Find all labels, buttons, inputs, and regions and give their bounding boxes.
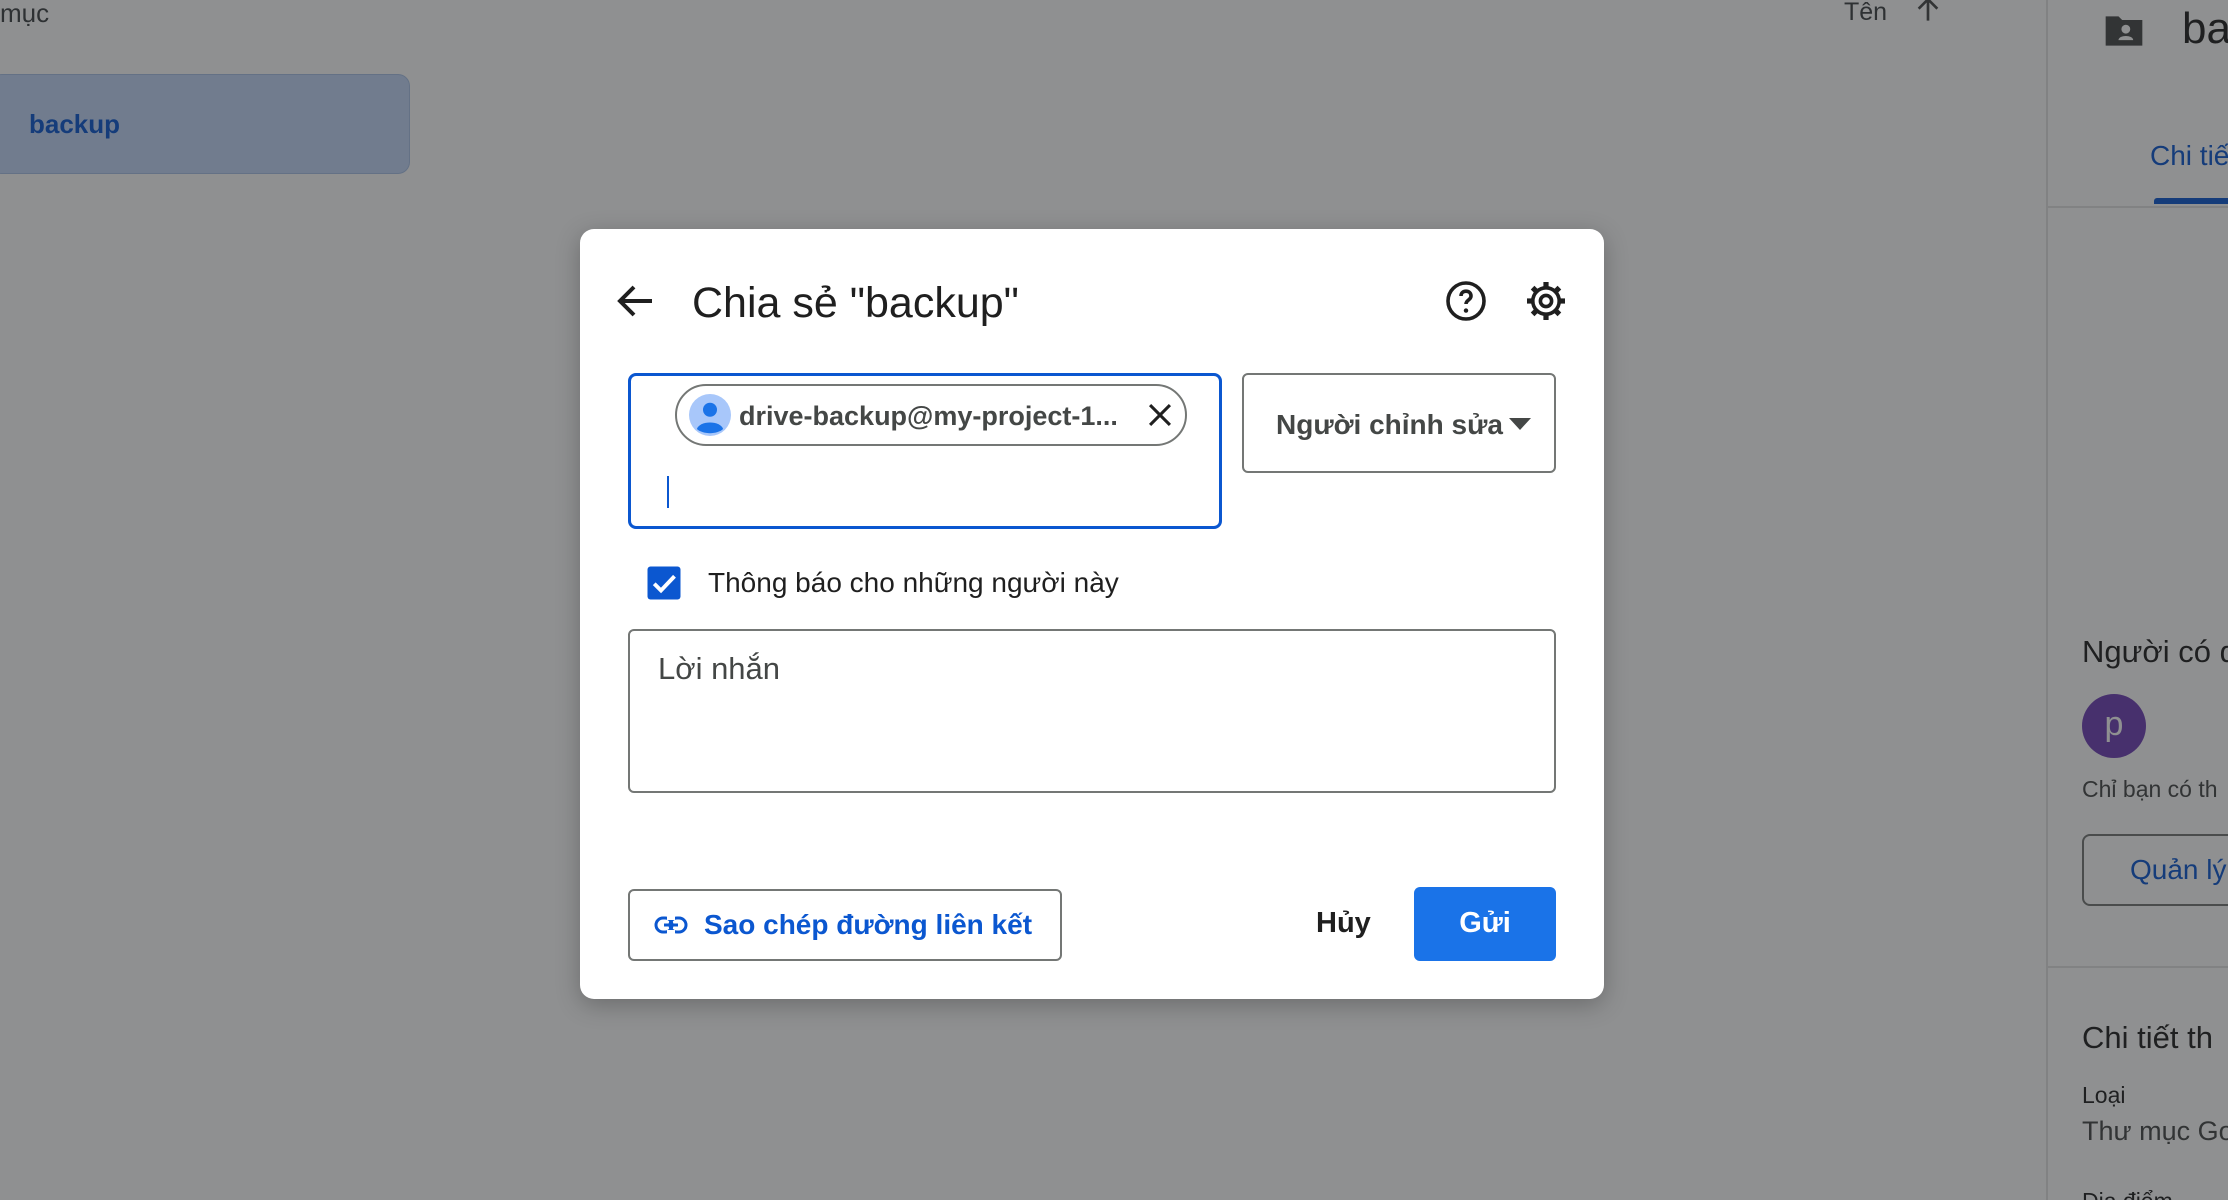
cancel-label: Hủy — [1316, 907, 1371, 939]
send-label: Gửi — [1459, 907, 1511, 939]
link-icon — [654, 916, 688, 934]
copy-link-label: Sao chép đường liên kết — [704, 909, 1033, 940]
send-button[interactable]: Gửi — [1414, 887, 1556, 961]
person-avatar-icon — [689, 394, 731, 436]
role-select-value: Người chỉnh sửa — [1276, 409, 1503, 440]
cancel-button[interactable]: Hủy — [1296, 889, 1420, 961]
recipients-input[interactable]: drive-backup@my-project-1... — [628, 373, 1222, 529]
help-icon[interactable] — [1442, 277, 1490, 325]
gear-icon[interactable] — [1522, 277, 1570, 325]
remove-recipient-icon[interactable] — [1143, 398, 1177, 432]
notify-label[interactable]: Thông báo cho những người này — [708, 567, 1119, 599]
chevron-down-icon — [1509, 418, 1531, 430]
recipient-chip-label: drive-backup@my-project-1... — [739, 401, 1118, 431]
notify-checkbox[interactable] — [646, 565, 682, 601]
role-select[interactable]: Người chỉnh sửa — [1242, 373, 1556, 473]
dialog-title: Chia sẻ "backup" — [692, 279, 1019, 327]
copy-link-button[interactable]: Sao chép đường liên kết — [628, 889, 1062, 961]
share-dialog: Chia sẻ "backup" drive-backup@my-project… — [580, 229, 1604, 999]
message-textarea[interactable]: Lời nhắn — [628, 629, 1556, 793]
back-arrow-icon[interactable] — [612, 277, 660, 325]
message-placeholder: Lời nhắn — [658, 651, 781, 686]
recipient-chip[interactable]: drive-backup@my-project-1... — [675, 384, 1187, 446]
text-caret — [667, 476, 669, 508]
